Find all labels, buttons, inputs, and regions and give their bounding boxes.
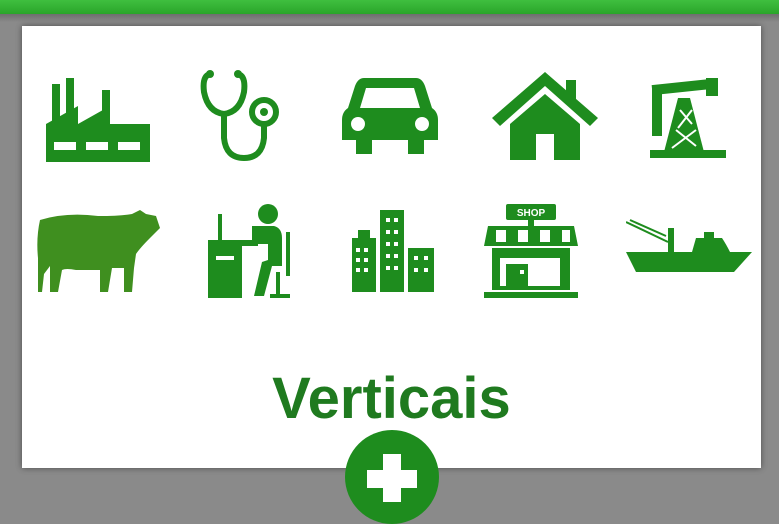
oil-pump-icon	[648, 76, 728, 158]
top-bar-shadow	[0, 14, 779, 22]
city-buildings-icon	[352, 208, 436, 292]
expand-plus-button[interactable]	[345, 430, 439, 524]
shop-sign-text: SHOP	[517, 208, 546, 219]
cow-icon	[36, 208, 160, 294]
stethoscope-icon	[200, 68, 284, 164]
house-icon	[492, 72, 598, 160]
factory-icon	[44, 76, 152, 162]
car-icon	[342, 74, 438, 160]
shop-icon: SHOP	[484, 204, 578, 298]
page-title: Verticais	[272, 366, 511, 431]
office-worker-icon	[208, 204, 300, 298]
verticals-card: SHOP Verticais	[22, 26, 761, 524]
fishing-boat-icon	[626, 218, 752, 276]
top-accent-bar	[0, 0, 779, 14]
